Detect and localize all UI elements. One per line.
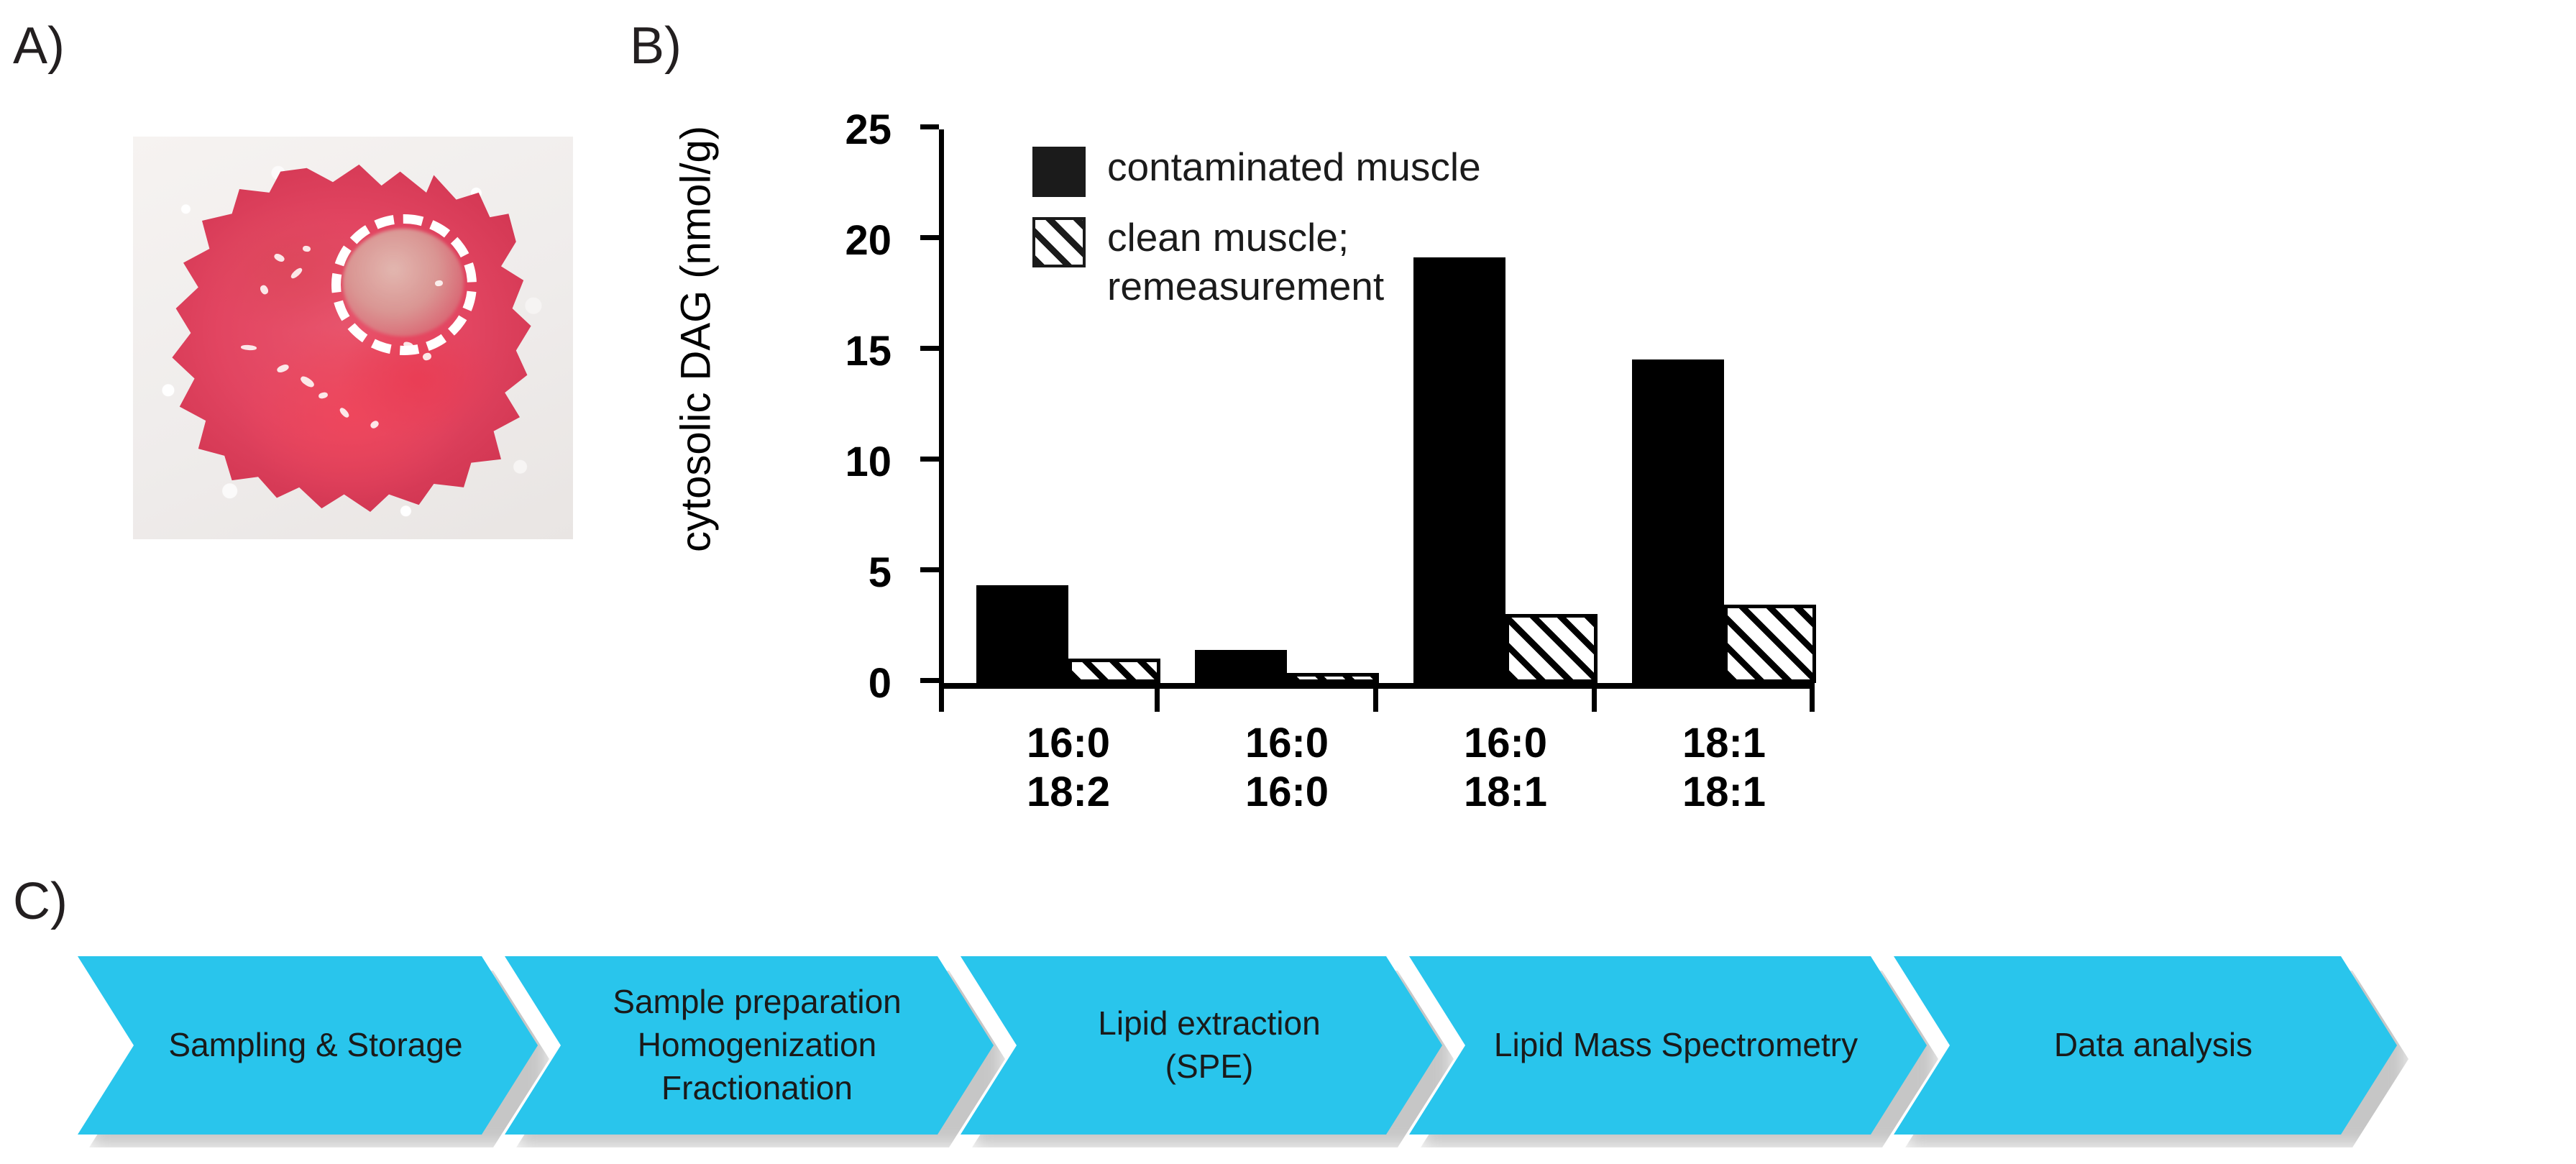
chevron-sampling-storage: Sampling & Storage <box>78 956 538 1135</box>
bar-clean-16-0-18-2 <box>1068 659 1160 683</box>
panel-label-c: C) <box>13 873 68 930</box>
panel-label-a: A) <box>13 17 65 75</box>
legend-item-clean: clean muscle; remeasurement <box>1032 213 1481 311</box>
y-tick-label: 20 <box>845 217 891 264</box>
x-tick-mark <box>1155 689 1160 712</box>
legend-label-clean: clean muscle; remeasurement <box>1107 215 1385 309</box>
legend-swatch-hatched-icon <box>1032 217 1086 267</box>
y-tick-mark <box>920 567 939 572</box>
y-tick-label: 5 <box>868 549 891 596</box>
y-tick-label: 25 <box>845 106 891 153</box>
chevron-lipid-extraction: Lipid extraction (SPE) <box>961 956 1442 1135</box>
x-axis-label-line: 18:1 <box>1682 769 1766 816</box>
bar-contaminated-16-0-16-0 <box>1195 650 1287 683</box>
workflow-step-2: Sample preparation Homogenization Fracti… <box>505 956 994 1135</box>
x-axis-label-line: 16:0 <box>1245 769 1329 816</box>
bar-contaminated-18-1-18-1 <box>1632 359 1724 683</box>
figure-root: A) B) cytosolic DAG (nmol/g) 0 5 10 15 2… <box>0 0 2576 1164</box>
panel-a-tissue-photo <box>133 137 573 539</box>
x-tick-mark <box>939 689 944 712</box>
y-tick-mark <box>920 124 939 129</box>
x-tick-mark <box>1592 689 1597 712</box>
panel-c-workflow: Sampling & Storage Sample preparation Ho… <box>78 956 2522 1135</box>
workflow-step-label: Lipid Mass Spectrometry <box>1493 1026 1858 1064</box>
chevron-lipid-mass-spectrometry: Lipid Mass Spectrometry <box>1409 956 1927 1135</box>
y-tick-label: 0 <box>868 660 891 707</box>
y-axis-line <box>939 129 944 689</box>
chevron-sample-preparation: Sample preparation Homogenization Fracti… <box>505 956 994 1135</box>
legend-swatch-solid-icon <box>1032 147 1086 197</box>
x-tick-mark <box>1373 689 1378 712</box>
y-axis-title: cytosolic DAG (nmol/g) <box>672 125 720 553</box>
y-tick-label: 15 <box>845 328 891 375</box>
workflow-step-3: Lipid extraction (SPE) <box>961 956 1442 1135</box>
y-tick-mark <box>920 346 939 351</box>
y-tick-mark <box>920 457 939 462</box>
chart-legend: contaminated muscle clean muscle; remeas… <box>1032 142 1481 326</box>
x-axis-label-group-4: 18:1 18:1 <box>1616 719 1832 817</box>
y-tick-mark <box>920 678 939 683</box>
x-axis-label-group-3: 16:0 18:1 <box>1398 719 1613 817</box>
x-axis-label-line: 16:0 <box>1463 720 1548 766</box>
bar-clean-16-0-16-0 <box>1287 673 1379 683</box>
x-axis-label-line: 18:1 <box>1682 720 1766 766</box>
x-axis-label-line: 16:0 <box>1245 720 1329 766</box>
roi-dashed-circle <box>331 214 477 355</box>
bar-contaminated-16-0-18-2 <box>976 585 1068 683</box>
bar-clean-16-0-18-1 <box>1505 614 1598 683</box>
photo-frame <box>133 137 573 539</box>
workflow-step-4: Lipid Mass Spectrometry <box>1409 956 1927 1135</box>
x-axis-label-line: 18:1 <box>1463 769 1548 816</box>
workflow-step-label: Lipid extraction (SPE) <box>1098 1004 1321 1085</box>
x-axis-label-line: 16:0 <box>1026 720 1111 766</box>
workflow-step-1: Sampling & Storage <box>78 956 538 1135</box>
x-axis-label-group-2: 16:0 16:0 <box>1179 719 1395 817</box>
legend-item-contaminated: contaminated muscle <box>1032 142 1481 197</box>
y-tick-mark <box>920 235 939 240</box>
x-tick-mark <box>1810 689 1815 712</box>
bar-clean-18-1-18-1 <box>1724 605 1816 683</box>
workflow-step-label: Data analysis <box>2053 1026 2253 1064</box>
workflow-step-5: Data analysis <box>1894 956 2397 1135</box>
chart-area: cytosolic DAG (nmol/g) 0 5 10 15 20 25 1… <box>630 50 1866 863</box>
legend-label-contaminated: contaminated muscle <box>1107 145 1481 189</box>
panel-b-bar-chart: cytosolic DAG (nmol/g) 0 5 10 15 20 25 1… <box>630 50 1866 863</box>
x-axis-label-group-1: 16:0 18:2 <box>961 719 1176 817</box>
chevron-data-analysis: Data analysis <box>1894 956 2397 1135</box>
x-axis-label-line: 18:2 <box>1026 769 1111 816</box>
x-axis-line <box>939 683 1815 689</box>
workflow-step-label: Sampling & Storage <box>168 1026 463 1064</box>
y-tick-label: 10 <box>845 439 891 485</box>
workflow-step-label: Sample preparation Homogenization Fracti… <box>613 983 902 1106</box>
